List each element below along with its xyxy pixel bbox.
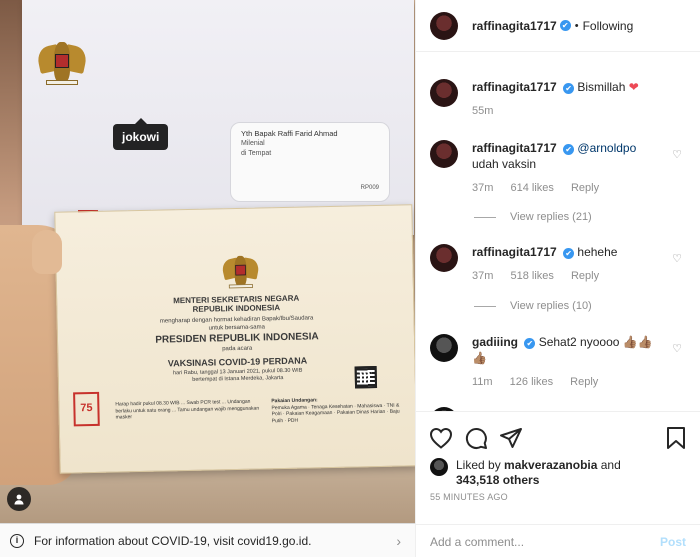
comment-text: Sehat2 nyoooo 👍🏽👍🏽 [538, 335, 653, 349]
divider [474, 305, 496, 307]
user-tag-label[interactable]: jokowi [113, 118, 169, 150]
envelope-addressee: Yth Bapak Raffi Farid Ahmad [241, 129, 338, 138]
list-item: raffinagita1717 ✔ @arnoldpo udah vaksin … [430, 140, 686, 196]
comment-time[interactable]: 37m [472, 270, 493, 282]
card-notes: Harap hadir pukul 08.30 WIB ... Swab PCR… [115, 398, 260, 421]
comment-likes[interactable]: 614 likes [510, 182, 553, 194]
liked-by-and: and [597, 458, 621, 472]
comment-input[interactable]: Add a comment... [430, 535, 524, 549]
reply-button[interactable]: Reply [570, 376, 598, 388]
view-replies-button[interactable]: View replies (10) [474, 300, 592, 312]
comment-text: udah vaksin [472, 157, 537, 171]
comment-username[interactable]: raffinagita1717 [472, 80, 557, 94]
user-tag-icon[interactable] [7, 487, 31, 511]
garuda-emblem-small [220, 250, 261, 293]
list-item: raffinagita1717 ✔ hehehe 37m 518 likes R… [430, 244, 686, 284]
heart-icon[interactable]: ♡ [672, 252, 682, 265]
comment-username[interactable]: raffinagita1717 [472, 141, 557, 155]
covid-info-text: For information about COVID-19, visit co… [34, 533, 312, 548]
avatar[interactable] [430, 140, 458, 168]
heart-icon[interactable] [428, 426, 454, 450]
comment-likes[interactable]: 518 likes [510, 270, 553, 282]
comment-icon[interactable] [463, 426, 489, 450]
comment-time[interactable]: 37m [472, 182, 493, 194]
post-side-panel: raffinagita1717 ✔ • Following raffinagit… [415, 0, 700, 557]
chevron-right-icon: › [396, 533, 401, 549]
comment-likes[interactable]: 126 likes [510, 376, 553, 388]
post-photo[interactable]: 75 Yth Bapak Raffi Farid Ahmad Milenial … [0, 0, 415, 523]
comment-time[interactable]: 55m [472, 105, 493, 117]
covid-info-banner[interactable]: i For information about COVID-19, visit … [0, 523, 415, 557]
verified-badge-icon: ✔ [563, 144, 575, 155]
action-icons [428, 426, 533, 450]
view-replies-label: View replies (10) [510, 300, 592, 312]
caption: raffinagita1717 ✔ Bismillah ❤ 55m [430, 79, 686, 119]
divider [474, 216, 496, 218]
garuda-emblem [35, 34, 89, 90]
qr-code [354, 366, 378, 389]
post-button[interactable]: Post [660, 535, 686, 549]
header-username[interactable]: raffinagita1717 [472, 19, 557, 33]
envelope-code: RP009 [360, 185, 379, 191]
comments-list[interactable]: raffinagita1717 ✔ Bismillah ❤ 55m raffin… [416, 53, 700, 411]
post-header: raffinagita1717 ✔ • Following [416, 0, 700, 52]
comment-text: Bismillah [577, 80, 629, 94]
comment-text: hehehe [577, 245, 618, 259]
verified-badge-icon: ✔ [563, 83, 575, 94]
red-heart-emoji: ❤ [628, 80, 639, 94]
card-attire: Pakaian Undangan: Pemuka Agama · Tenaga … [271, 397, 400, 424]
header-separator: • [574, 19, 579, 32]
card-anniversary-logo: 75 [73, 391, 100, 427]
list-item: gadiiing ✔ Sehat2 nyoooo 👍🏽👍🏽 👍🏽 11m 126… [430, 334, 686, 390]
comment-text-line2: 👍🏽 [472, 351, 487, 365]
verified-badge-icon: ✔ [563, 248, 575, 259]
view-replies-button[interactable]: View replies (21) [474, 211, 592, 223]
heart-icon[interactable]: ♡ [672, 342, 682, 355]
thumb [32, 230, 62, 274]
following-button[interactable]: Following [583, 19, 634, 33]
envelope-line2: Milenial [241, 140, 265, 147]
liked-by-prefix: Liked by [456, 458, 505, 472]
comment-username[interactable]: raffinagita1717 [472, 245, 557, 259]
liked-by-user[interactable]: makverazanobia [504, 458, 597, 472]
liked-by-count[interactable]: 343,518 others [456, 473, 539, 487]
reply-button[interactable]: Reply [571, 270, 599, 282]
verified-badge-icon: ✔ [559, 20, 571, 31]
comment-time[interactable]: 11m [472, 376, 493, 388]
avatar[interactable] [430, 79, 458, 107]
avatar[interactable] [430, 11, 458, 40]
share-icon[interactable] [498, 426, 524, 450]
post-timestamp[interactable]: 55 MINUTES AGO [430, 492, 508, 502]
avatar[interactable] [430, 334, 458, 362]
envelope-address-window: Yth Bapak Raffi Farid Ahmad Milenial di … [230, 122, 390, 202]
mention-link[interactable]: @arnoldpo [577, 141, 636, 155]
verified-badge-icon: ✔ [524, 338, 536, 349]
add-comment-bar: Add a comment... Post [416, 524, 700, 557]
post-actions: Liked by makverazanobia and 343,518 othe… [416, 411, 700, 557]
bookmark-icon[interactable] [666, 426, 686, 453]
avatar[interactable] [430, 244, 458, 272]
avatar[interactable] [430, 458, 448, 476]
heart-icon[interactable]: ♡ [672, 148, 682, 161]
view-replies-label: View replies (21) [510, 211, 592, 223]
envelope-line3: di Tempat [241, 150, 272, 157]
reply-button[interactable]: Reply [571, 182, 599, 194]
comment-username[interactable]: gadiiing [472, 335, 518, 349]
liked-by: Liked by makverazanobia and 343,518 othe… [430, 458, 621, 488]
invitation-card: MENTERI SEKRETARIS NEGARA REPUBLIK INDON… [54, 204, 415, 474]
envelope: 75 Yth Bapak Raffi Farid Ahmad Milenial … [22, 0, 414, 236]
info-icon: i [10, 533, 24, 548]
